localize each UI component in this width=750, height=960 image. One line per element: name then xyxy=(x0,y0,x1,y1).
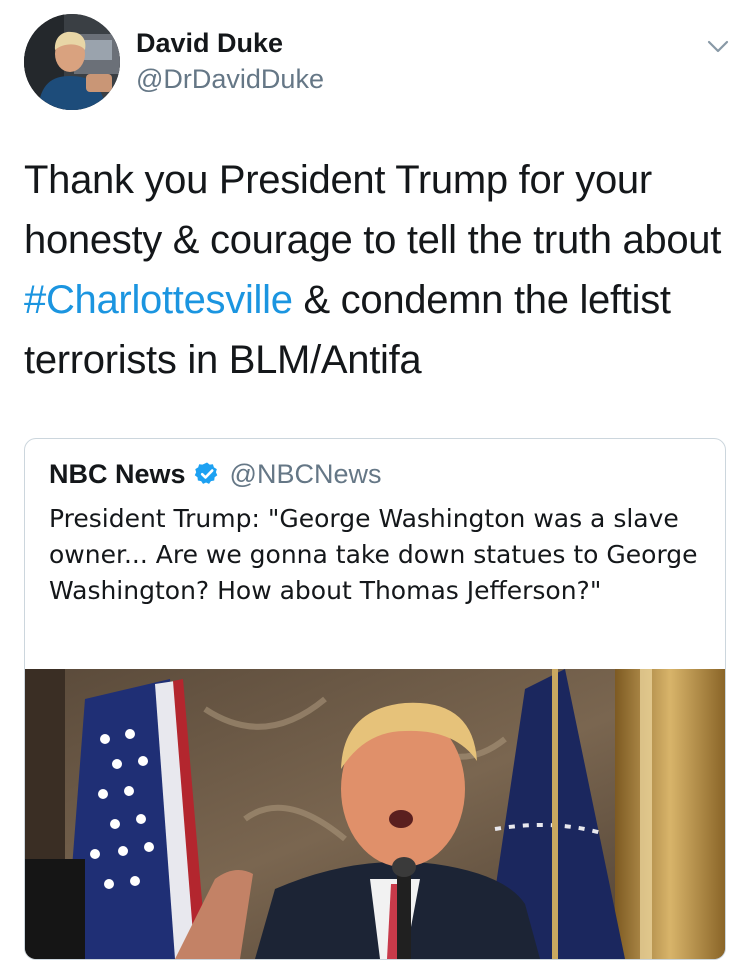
quoted-author-handle: @NBCNews xyxy=(229,458,382,489)
chevron-down-icon[interactable] xyxy=(706,34,730,58)
quoted-author-name: NBC News xyxy=(49,458,186,489)
hashtag-link[interactable]: #Charlottesville xyxy=(24,278,293,322)
quoted-tweet-text: President Trump: "George Washington was … xyxy=(49,504,698,605)
quoted-tweet-photo[interactable] xyxy=(25,669,725,959)
verified-badge-icon xyxy=(194,462,217,484)
quoted-tweet-card[interactable]: NBC News @NBCNews President Trump: "Geor… xyxy=(24,438,726,960)
tweet-text-start: Thank you President Trump for your hones… xyxy=(24,158,722,262)
author-handle[interactable]: @DrDavidDuke xyxy=(136,64,324,95)
author-avatar[interactable] xyxy=(24,14,120,110)
quoted-tweet-header: NBC News @NBCNews xyxy=(49,457,381,491)
tweet-header: David Duke @DrDavidDuke xyxy=(24,14,734,110)
tweet-text: Thank you President Trump for your hones… xyxy=(24,150,724,390)
author-name[interactable]: David Duke xyxy=(136,28,283,59)
